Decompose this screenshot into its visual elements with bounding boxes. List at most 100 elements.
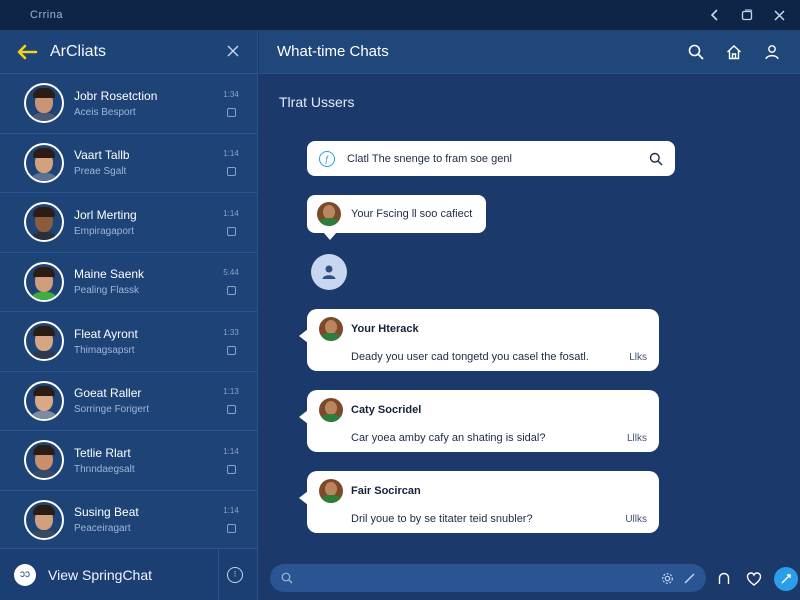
avatar-body xyxy=(29,113,59,122)
message-text: Your Fscing ll soo cafiect xyxy=(351,208,473,220)
contacts-sidebar: ArCliats Jobr Rosetction Aceis Besport 1:3… xyxy=(0,30,258,600)
avatar xyxy=(24,261,64,302)
contact-name: Jobr Rosetction xyxy=(74,88,158,103)
avatar-body xyxy=(29,529,59,538)
card-body: Deady you user cad tongetd you casel the… xyxy=(319,351,647,363)
contact-meta: 1:14 xyxy=(221,447,241,474)
contact-item[interactable]: Maine Saenk Pealing Flassk 5:44 xyxy=(0,253,257,312)
contact-meta: 1:14 xyxy=(221,209,241,236)
contact-time: 1:34 xyxy=(223,89,239,99)
like-button[interactable]: Llks xyxy=(629,352,647,363)
contact-status: Aceis Besport xyxy=(74,106,136,118)
restore-icon[interactable] xyxy=(740,8,754,22)
contact-status: Empiragaport xyxy=(74,225,135,237)
contact-flag-icon[interactable] xyxy=(226,167,236,177)
window-title: Crrina xyxy=(30,9,63,21)
contact-status: Preae Sgalt xyxy=(74,166,127,178)
avatar xyxy=(24,440,64,481)
close-icon[interactable] xyxy=(772,8,786,22)
message-card[interactable]: Fair Socircan Dril youe to by se titater … xyxy=(299,471,659,533)
avatar xyxy=(24,83,64,124)
contact-text: Vaart Tallb Preae Sgalt xyxy=(74,148,221,177)
footer-divider xyxy=(218,548,219,600)
contact-flag-icon[interactable] xyxy=(226,286,236,296)
avatar xyxy=(319,317,343,341)
like-button[interactable]: Ullks xyxy=(625,514,647,525)
close-sidebar-icon[interactable] xyxy=(223,41,243,62)
contact-flag-icon[interactable] xyxy=(226,405,236,415)
message-composer[interactable] xyxy=(270,564,706,592)
card-author: Your Hterack xyxy=(351,323,419,335)
header-actions xyxy=(686,42,782,62)
avatar xyxy=(319,398,343,422)
bottom-actions xyxy=(714,567,798,591)
contact-name: Maine Saenk xyxy=(74,267,145,282)
search-query-text: Clatl The snenge to fram soe genl xyxy=(347,152,512,165)
contact-flag-icon[interactable] xyxy=(226,107,236,117)
contact-flag-icon[interactable] xyxy=(226,524,236,534)
search-icon[interactable] xyxy=(686,42,706,62)
back-arrow-icon[interactable] xyxy=(16,41,38,63)
search-bar[interactable]: ƒ Clatl The snenge to fram soe genl xyxy=(307,141,675,176)
avatar xyxy=(24,202,64,243)
contact-item[interactable]: Jobr Rosetction Aceis Besport 1:34 xyxy=(0,74,257,134)
contact-meta: 1:34 xyxy=(221,90,241,117)
avatar xyxy=(24,142,64,183)
sidebar-footer: ↄↄ View SpringChat ⁝ xyxy=(0,548,257,600)
contact-status: Sorringe Forigert xyxy=(74,404,150,416)
contact-name: Susing Beat xyxy=(74,505,139,520)
contact-item[interactable]: Jorl Merting Empiragaport 1:14 xyxy=(0,193,257,253)
contact-name: Goeat Raller xyxy=(74,386,142,401)
search-icon[interactable] xyxy=(280,571,294,585)
contact-name: Tetlie Rlart xyxy=(74,445,131,460)
contact-status: Thnndaegsalt xyxy=(74,463,135,475)
contact-flag-icon[interactable] xyxy=(226,226,236,236)
card-body: Car yoea amby cafy an shating is sidal? L… xyxy=(319,432,647,444)
contact-item[interactable]: Susing Beat Peaceiragart 1:14 xyxy=(0,491,257,549)
avatar-body xyxy=(29,172,59,181)
chat-bubble-icon[interactable]: ↄↄ xyxy=(14,563,36,586)
contact-meta: 1:14 xyxy=(221,506,241,534)
info-badge-icon: ƒ xyxy=(319,150,335,167)
info-icon[interactable]: ⁝ xyxy=(227,566,243,583)
like-button[interactable]: Lllks xyxy=(627,433,647,444)
search-icon[interactable] xyxy=(649,152,663,166)
contact-time: 1:14 xyxy=(223,208,239,218)
contact-flag-icon[interactable] xyxy=(226,345,236,355)
contact-flag-icon[interactable] xyxy=(226,464,236,474)
user-placeholder-icon[interactable] xyxy=(311,254,347,290)
heart-icon[interactable] xyxy=(744,569,764,589)
view-springchat-link[interactable]: View SpringChat xyxy=(48,567,218,583)
contact-item[interactable]: Fleat Ayront Thimagsapsrt 1:33 xyxy=(0,312,257,372)
contact-status: Thimagsapsrt xyxy=(74,344,135,356)
card-body: Dril youe to by se titater teid snubler?… xyxy=(319,513,647,525)
message-card[interactable]: Your Hterack Deady you user cad tongetd y… xyxy=(299,309,659,371)
message-bubble[interactable]: Your Fscing ll soo cafiect xyxy=(307,195,487,240)
main-header: What-time Chats xyxy=(259,30,800,74)
sidebar-title: ArCliats xyxy=(50,42,107,60)
message-input[interactable] xyxy=(302,571,652,585)
bell-icon[interactable] xyxy=(714,569,734,589)
pen-icon[interactable] xyxy=(682,571,696,585)
user-icon[interactable] xyxy=(762,42,782,62)
contact-text: Fleat Ayront Thimagsapsrt xyxy=(74,327,221,356)
contact-item[interactable]: Tetlie Rlart Thnndaegsalt 1:14 xyxy=(0,431,257,491)
send-button[interactable] xyxy=(774,567,798,591)
avatar xyxy=(24,499,64,540)
avatar-hair xyxy=(33,266,55,277)
contact-meta: 1:13 xyxy=(221,387,241,415)
contact-time: 1:14 xyxy=(223,506,239,516)
message-card[interactable]: Caty Socridel Car yoea amby cafy an shati… xyxy=(299,390,659,452)
contact-item[interactable]: Goeat Raller Sorringe Forigert 1:13 xyxy=(0,372,257,431)
contact-meta: 5:44 xyxy=(221,268,241,296)
home-icon[interactable] xyxy=(724,42,744,62)
contact-time: 5:44 xyxy=(223,268,239,278)
title-bar: Crrina xyxy=(0,0,800,30)
chevron-left-icon[interactable] xyxy=(708,8,722,22)
avatar-hair xyxy=(33,88,55,99)
page-title: What-time Chats xyxy=(277,43,389,60)
contact-meta: 1:33 xyxy=(221,328,241,355)
contact-item[interactable]: Vaart Tallb Preae Sgalt 1:14 xyxy=(0,134,257,193)
avatar-body xyxy=(29,351,59,360)
gear-icon[interactable] xyxy=(660,571,674,585)
